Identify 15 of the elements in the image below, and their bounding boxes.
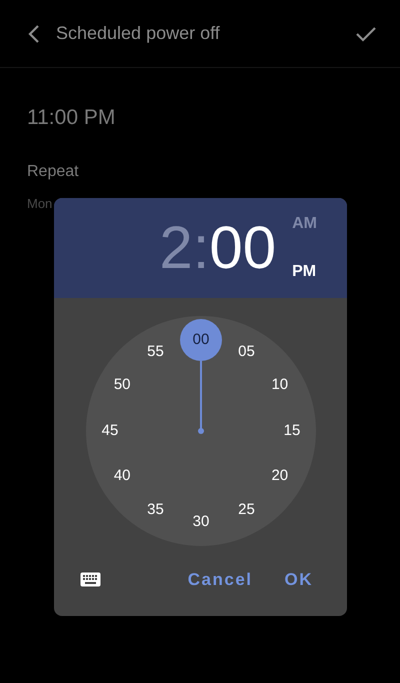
period-option[interactable]: PM — [292, 263, 316, 280]
dial-number[interactable]: 00 — [180, 319, 222, 361]
dial-number[interactable]: 45 — [89, 410, 131, 452]
confirm-icon[interactable] — [356, 26, 376, 42]
back-icon[interactable] — [28, 24, 40, 44]
dial-number[interactable]: 15 — [271, 410, 313, 452]
screen-title: Scheduled power off — [56, 22, 221, 45]
repeat-label[interactable]: Repeat — [27, 162, 79, 180]
repeat-days: Mon — [27, 196, 52, 210]
minute-value[interactable]: 00 — [209, 218, 276, 278]
time-value[interactable]: 11:00 PM — [27, 106, 116, 129]
dial-number[interactable]: 30 — [180, 501, 222, 543]
clock-hand[interactable] — [198, 361, 204, 434]
keyboard-icon[interactable] — [80, 572, 101, 587]
time-separator: : — [192, 218, 210, 278]
